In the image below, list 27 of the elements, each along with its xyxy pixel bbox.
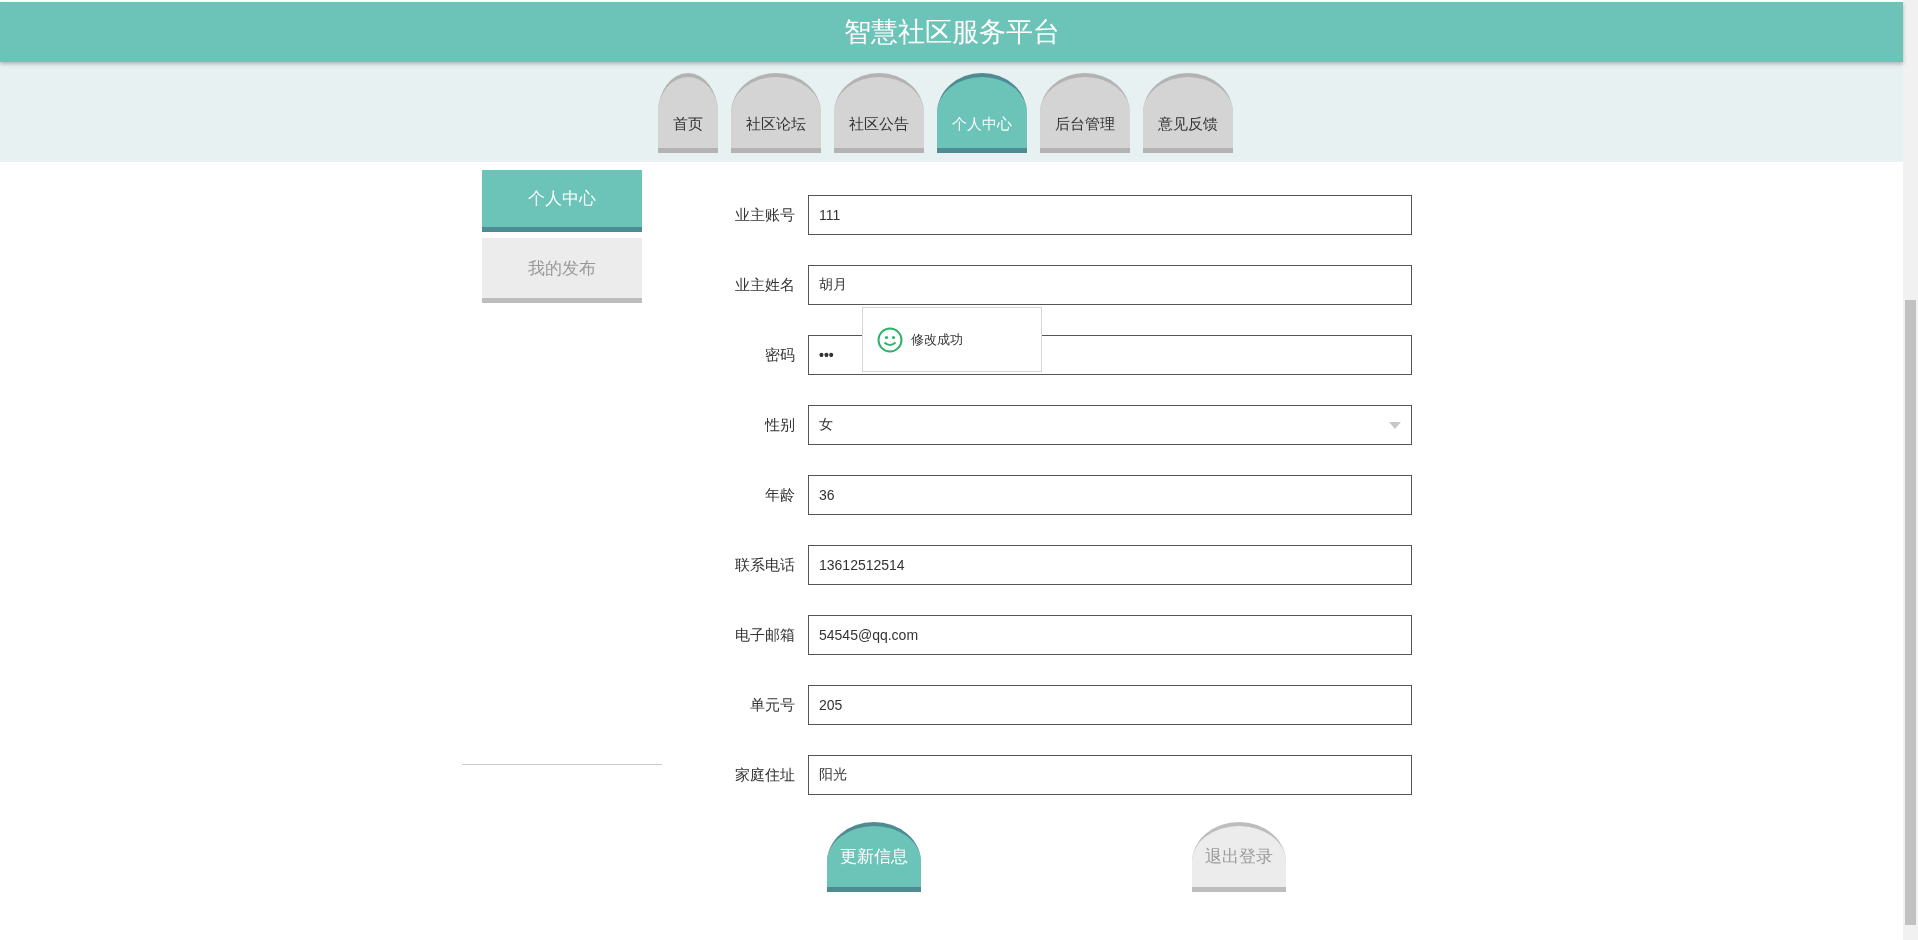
field-label: 电子邮箱	[734, 625, 795, 645]
field-label: 密码	[764, 345, 795, 365]
scrollbar[interactable]	[1903, 0, 1918, 940]
nav-tab[interactable]: 社区公告	[834, 73, 924, 153]
input-field[interactable]: 54545@qq.com	[808, 615, 1412, 655]
field-label: 联系电话	[734, 555, 795, 575]
field-label: 家庭住址	[734, 765, 795, 785]
caret-icon	[1389, 421, 1401, 429]
input-field[interactable]: 205	[808, 685, 1412, 725]
scrollbar-thumb[interactable]	[1905, 300, 1916, 925]
field-label: 性别	[763, 415, 795, 435]
nav-tab[interactable]: 意见反馈	[1143, 73, 1233, 153]
smiley-icon	[877, 326, 903, 353]
field-label: 年龄	[764, 485, 795, 505]
field-label: 单元号	[749, 695, 795, 715]
input-field[interactable]: 阳光	[808, 755, 1412, 795]
nav-tab[interactable]: 后台管理	[1040, 73, 1130, 153]
site-title: 智慧社区服务平台	[843, 16, 1060, 49]
input-field[interactable]: 36	[808, 475, 1412, 515]
nav-tab[interactable]: 首页	[658, 73, 718, 153]
input-field[interactable]: 胡月	[808, 265, 1412, 305]
input-field[interactable]: 111	[808, 195, 1412, 235]
select-field[interactable]: 女	[808, 405, 1412, 445]
field-label: 业主姓名	[734, 275, 795, 295]
field-label: 业主账号	[734, 205, 795, 225]
input-field[interactable]: 13612512514	[808, 545, 1412, 585]
nav-tab[interactable]: 社区论坛	[731, 73, 821, 153]
